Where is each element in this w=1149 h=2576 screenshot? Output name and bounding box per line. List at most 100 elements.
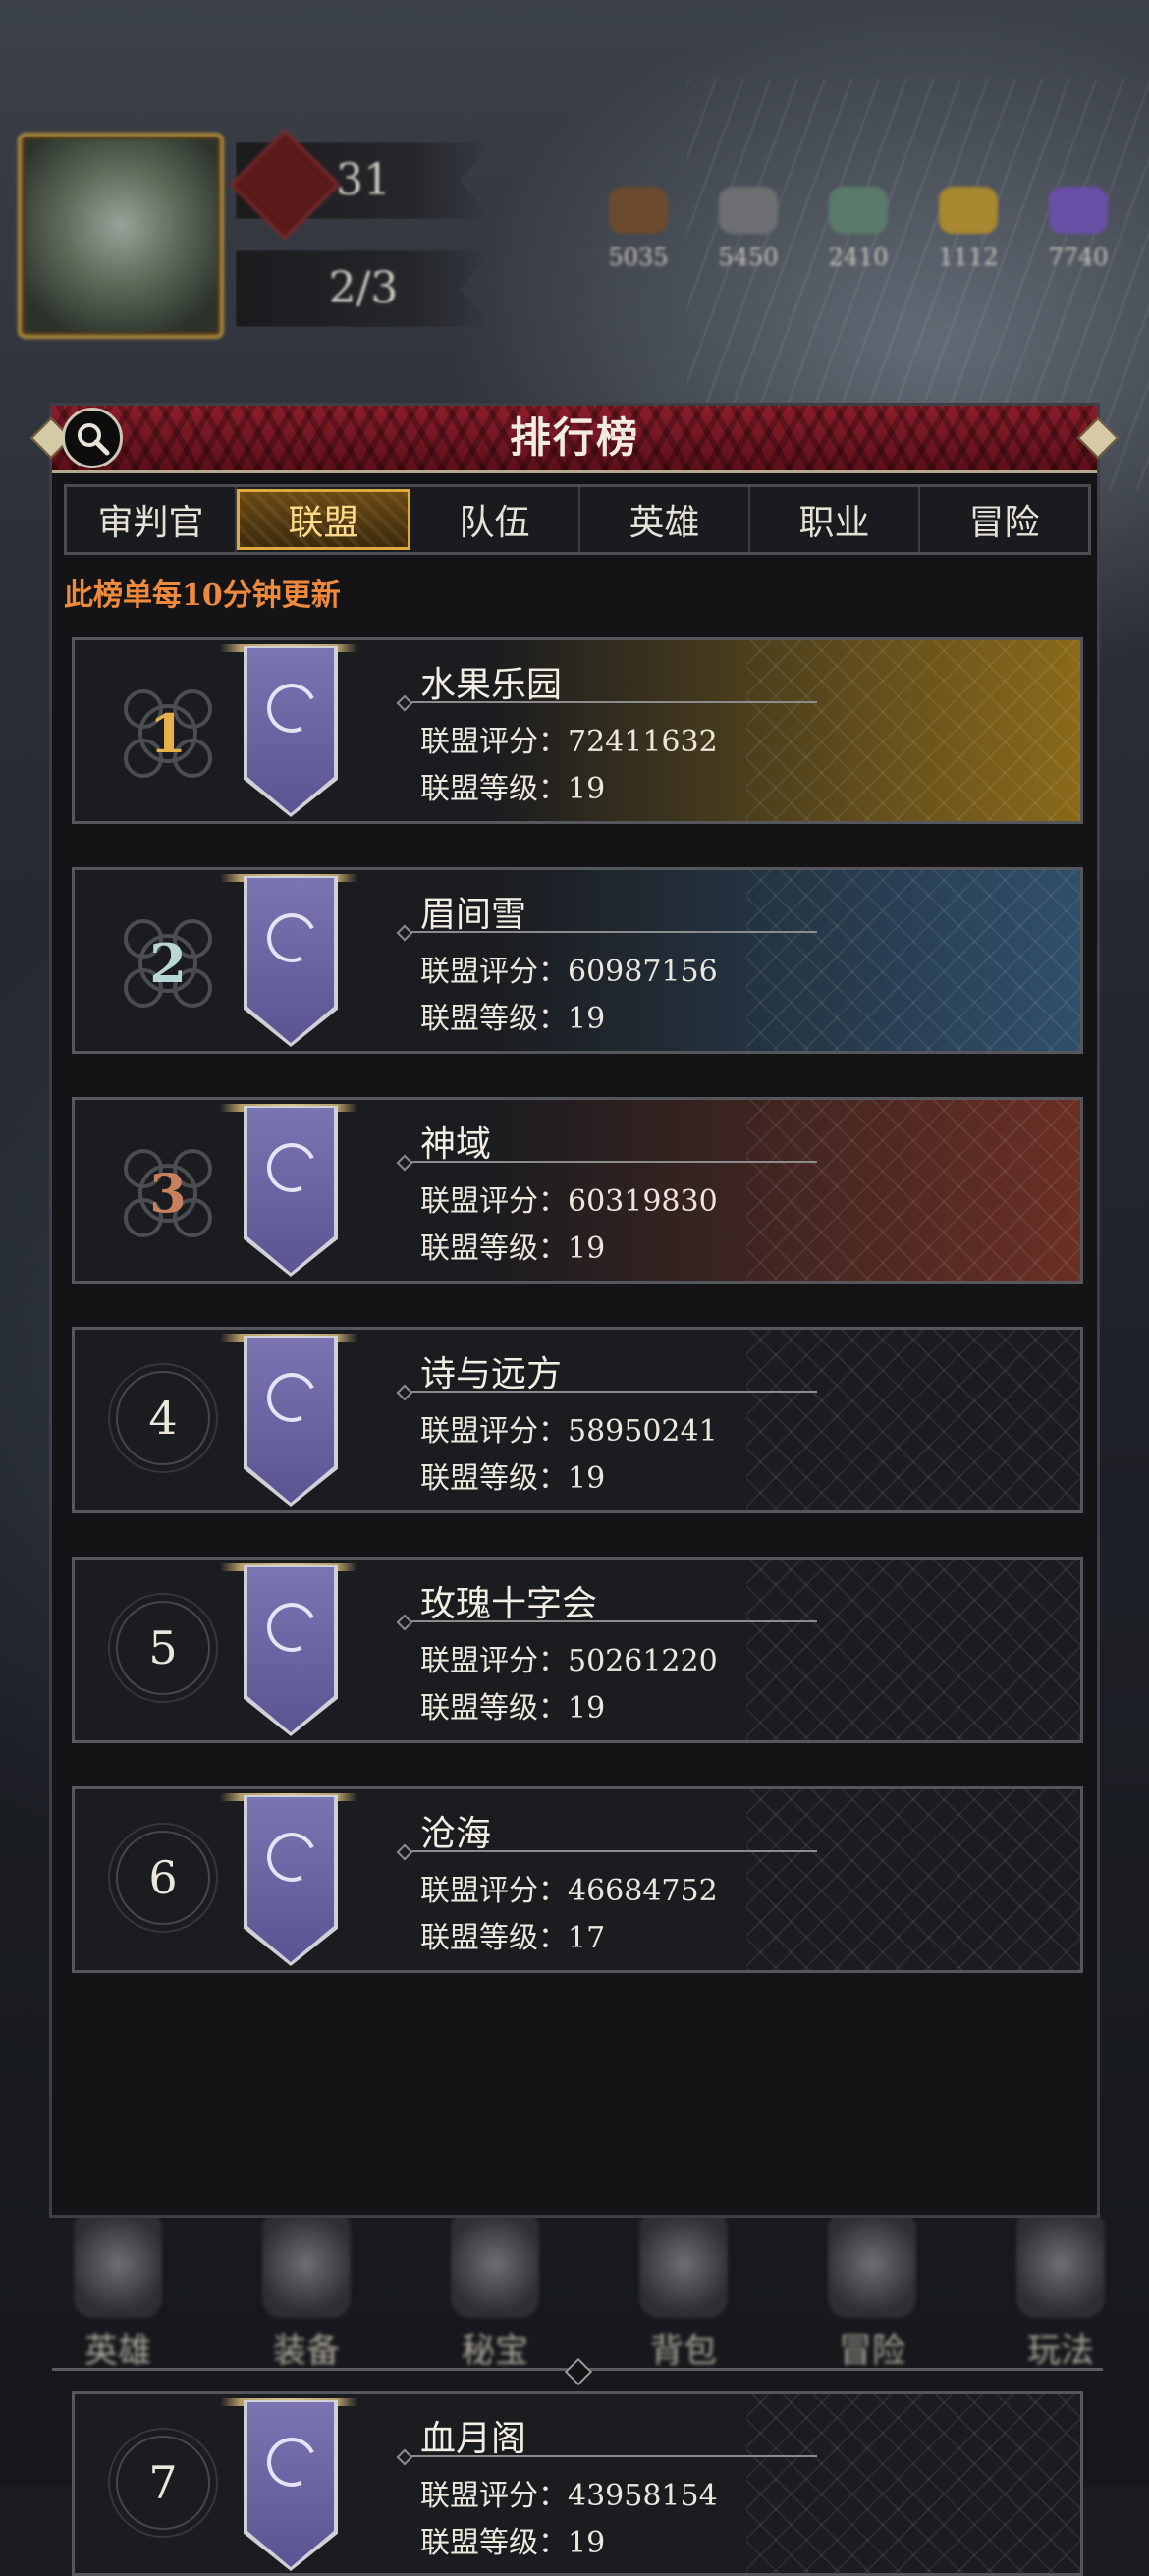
resource-item: 1112 [929, 187, 1008, 271]
leaderboard-row[interactable]: 1 水果乐园 联盟评分：72411632 联盟等级：19 [72, 637, 1083, 824]
stamina-value: 2/3 [328, 263, 399, 313]
nav-bag[interactable]: 背包 [605, 2210, 762, 2406]
leaderboard-row[interactable]: 6 沧海 联盟评分：46684752 联盟等级：17 [72, 1786, 1083, 1973]
player-avatar[interactable] [18, 133, 224, 339]
name-divider [405, 1620, 817, 1622]
nav-label: 装备 [273, 2331, 340, 2371]
score-value: 46684752 [568, 1874, 718, 1908]
nav-label: 秘宝 [462, 2331, 528, 2371]
nav-label: 冒险 [839, 2331, 905, 2371]
alliance-name: 玫瑰十字会 [420, 1584, 598, 1624]
score-value: 72411632 [568, 725, 718, 759]
score-value: 60319830 [568, 1184, 718, 1219]
level-label: 联盟等级： [420, 1002, 568, 1036]
sword-icon [262, 2210, 351, 2318]
leaderboard-row[interactable]: 4 诗与远方 联盟评分：58950241 联盟等级：19 [72, 1327, 1083, 1513]
resource-value: 2410 [828, 244, 889, 271]
score-label: 联盟评分： [420, 1184, 568, 1219]
tab-inquisitor[interactable]: 审判官 [67, 487, 237, 552]
nav-label: 英雄 [84, 2331, 151, 2371]
score-value: 43958154 [568, 2479, 718, 2513]
nav-label: 背包 [650, 2331, 717, 2371]
crossed-swords-icon [828, 2210, 916, 2318]
score-value: 60987156 [568, 955, 718, 989]
update-notice: 此榜单每10分钟更新 [64, 578, 341, 613]
resource-value: 5035 [608, 244, 669, 271]
rank-number: 5 [148, 1621, 178, 1674]
leaderboard-row[interactable]: 3 神域 联盟评分：60319830 联盟等级：19 [72, 1097, 1083, 1284]
rank-number: 2 [149, 932, 187, 995]
tab-adventure[interactable]: 冒险 [920, 487, 1088, 552]
search-icon [78, 423, 110, 456]
alliance-level: 联盟等级：19 [420, 764, 605, 807]
tab-class[interactable]: 职业 [750, 487, 920, 552]
alliance-name: 血月阁 [420, 2419, 527, 2459]
tab-team[interactable]: 队伍 [410, 487, 580, 552]
resource-item: 5035 [599, 187, 678, 271]
alliance-name: 诗与远方 [420, 1354, 563, 1395]
score-label: 联盟评分： [420, 725, 568, 759]
tab-hero[interactable]: 英雄 [580, 487, 750, 552]
herb-resource-icon [829, 187, 888, 234]
search-button[interactable] [62, 408, 123, 468]
name-divider [405, 1850, 817, 1852]
crystal-resource-icon [1049, 187, 1108, 234]
player-level: 31 [336, 155, 391, 205]
own-alliance-row[interactable]: 7 血月阁 联盟评分：43958154 联盟等级：19 [72, 2391, 1083, 2576]
alliance-level: 联盟等级：17 [420, 1913, 605, 1956]
alliance-name: 神域 [420, 1124, 492, 1165]
wood-resource-icon [609, 187, 668, 234]
alliance-score: 联盟评分：46684752 [420, 1866, 718, 1909]
resource-value: 1112 [938, 244, 999, 271]
alliance-score: 联盟评分：58950241 [420, 1406, 718, 1450]
score-label: 联盟评分： [420, 2479, 568, 2513]
panel-title: 排行榜 [509, 413, 639, 462]
rank-number: 7 [148, 2456, 178, 2509]
nav-treasure[interactable]: 秘宝 [416, 2210, 574, 2406]
alliance-level: 联盟等级：19 [420, 994, 605, 1037]
rank-number: 1 [149, 702, 187, 765]
row-pattern [746, 640, 1080, 821]
alliance-level: 联盟等级：19 [420, 2518, 605, 2561]
resource-item: 5450 [709, 187, 788, 271]
score-label: 联盟评分： [420, 955, 568, 989]
gate-icon [1016, 2210, 1105, 2318]
ore-resource-icon [719, 187, 778, 234]
alliance-name: 眉间雪 [420, 895, 527, 935]
stamina-ribbon: 2/3 [236, 250, 491, 327]
level-label: 联盟等级： [420, 1461, 568, 1496]
score-label: 联盟评分： [420, 1874, 568, 1908]
level-value: 19 [568, 772, 606, 806]
score-label: 联盟评分： [420, 1644, 568, 1678]
level-value: 19 [568, 1232, 606, 1266]
level-label: 联盟等级： [420, 2526, 568, 2560]
nav-adventure[interactable]: 冒险 [793, 2210, 951, 2406]
level-label: 联盟等级： [420, 1921, 568, 1955]
nav-gameplay[interactable]: 玩法 [982, 2210, 1139, 2406]
resource-value: 5450 [718, 244, 779, 271]
nav-equipment[interactable]: 装备 [228, 2210, 385, 2406]
alliance-level: 联盟等级：19 [420, 1683, 605, 1726]
alliance-score: 联盟评分：50261220 [420, 1636, 718, 1679]
name-divider [405, 1391, 817, 1393]
leaderboard-tabs: 审判官 联盟 队伍 英雄 职业 冒险 [64, 484, 1091, 555]
row-pattern [746, 1789, 1080, 1970]
alliance-score: 联盟评分：43958154 [420, 2471, 718, 2514]
alliance-score: 联盟评分：60987156 [420, 947, 718, 990]
resource-value: 7740 [1048, 244, 1109, 271]
resource-bar: 5035 5450 2410 1112 7740 [599, 187, 1118, 271]
row-pattern [746, 1330, 1080, 1510]
level-label: 联盟等级： [420, 1232, 568, 1266]
goblet-icon [451, 2210, 539, 2318]
leaderboard-row[interactable]: 2 眉间雪 联盟评分：60987156 联盟等级：19 [72, 867, 1083, 1054]
name-divider [405, 1161, 817, 1163]
rank-number: 3 [149, 1162, 187, 1225]
tab-alliance[interactable]: 联盟 [237, 489, 410, 550]
level-value: 19 [568, 2526, 606, 2560]
leaderboard-row[interactable]: 5 玫瑰十字会 联盟评分：50261220 联盟等级：19 [72, 1557, 1083, 1743]
level-value: 19 [568, 1691, 606, 1726]
hero-icon [74, 2210, 162, 2318]
nav-heroes[interactable]: 英雄 [39, 2210, 196, 2406]
level-label: 联盟等级： [420, 1691, 568, 1726]
rank-number: 4 [148, 1392, 178, 1445]
